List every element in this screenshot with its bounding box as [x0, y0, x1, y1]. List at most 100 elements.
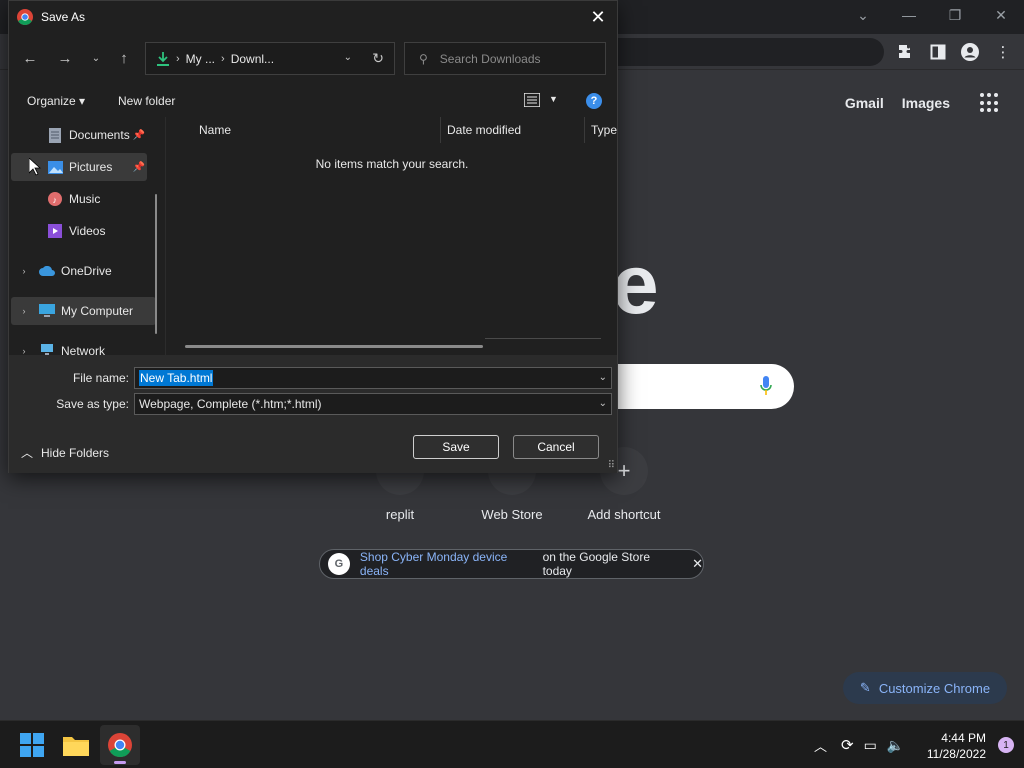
- google-apps-icon[interactable]: [980, 93, 1000, 113]
- nav-item-my-computer[interactable]: › My Computer: [11, 297, 156, 325]
- chevron-right-icon[interactable]: ›: [17, 306, 31, 316]
- horizontal-scrollbar[interactable]: [185, 345, 483, 348]
- tab-search-icon[interactable]: ⌄: [840, 0, 886, 30]
- forward-arrow-icon[interactable]: →: [54, 48, 76, 68]
- file-explorer-button[interactable]: [56, 725, 96, 765]
- search-downloads-input[interactable]: ⚲ Search Downloads: [404, 42, 606, 75]
- omnibox[interactable]: [600, 38, 884, 66]
- hide-folders-button[interactable]: ︿ Hide Folders: [21, 444, 109, 461]
- cancel-button[interactable]: Cancel: [513, 435, 599, 459]
- promo-link[interactable]: Shop Cyber Monday device deals: [360, 550, 539, 578]
- view-dropdown-icon[interactable]: ▼: [549, 94, 558, 104]
- save-options-area: File name: New Tab.html ⌄ Save as type: …: [9, 355, 617, 473]
- dialog-titlebar: Save As ✕: [9, 1, 617, 32]
- customize-label: Customize Chrome: [878, 680, 991, 696]
- column-separator[interactable]: [584, 117, 585, 143]
- chevron-down-icon[interactable]: ⌄: [599, 398, 607, 409]
- pictures-icon: [47, 159, 63, 175]
- volume-icon[interactable]: 🔈: [887, 737, 904, 754]
- profile-icon[interactable]: [960, 42, 980, 62]
- onedrive-icon: [39, 263, 55, 279]
- search-icon: ⚲: [419, 51, 428, 66]
- restore-button[interactable]: ❐: [932, 0, 978, 30]
- hide-folders-label: Hide Folders: [41, 445, 110, 460]
- save-type-select[interactable]: Webpage, Complete (*.htm;*.html) ⌄: [134, 393, 612, 415]
- resize-grip-icon[interactable]: ⠿: [608, 460, 615, 471]
- pin-icon: 📌: [132, 161, 145, 173]
- dialog-title: Save As: [41, 9, 86, 24]
- help-icon[interactable]: ?: [586, 93, 602, 109]
- gmail-link[interactable]: Gmail: [845, 95, 884, 111]
- organize-button[interactable]: Organize ▾: [27, 94, 85, 108]
- taskbar: ︿ ⟳ ▭ 🔈 4:44 PM 11/28/2022 1: [0, 720, 1024, 768]
- nav-item-onedrive[interactable]: › OneDrive: [11, 257, 147, 285]
- file-name-label: File name:: [72, 371, 129, 385]
- navigation-bar: ← → ⌄ ↑ › My ... › Downl... ⌄ ↻ ⚲ Search…: [9, 40, 617, 76]
- customize-chrome-button[interactable]: ✎ Customize Chrome: [843, 672, 1007, 704]
- up-arrow-icon[interactable]: ↑: [113, 48, 135, 68]
- refresh-icon[interactable]: ↻: [372, 50, 384, 67]
- ntp-search-box[interactable]: [600, 364, 794, 409]
- system-tray: ︿ ⟳ ▭ 🔈: [814, 721, 904, 768]
- file-name-input[interactable]: New Tab.html ⌄: [134, 367, 612, 389]
- chevron-down-icon[interactable]: ⌄: [599, 372, 607, 383]
- column-header-type[interactable]: Type: [591, 117, 617, 143]
- svg-text:♪: ♪: [53, 195, 58, 205]
- pane-divider[interactable]: [165, 117, 166, 355]
- file-list: Name Date modified Type No items match y…: [167, 117, 617, 355]
- address-dropdown-icon[interactable]: ⌄: [344, 52, 352, 63]
- chrome-taskbar-button[interactable]: [100, 725, 140, 765]
- recent-locations-chevron-icon[interactable]: ⌄: [85, 48, 107, 68]
- save-button[interactable]: Save: [413, 435, 499, 459]
- chrome-menu-icon[interactable]: ⋮: [993, 42, 1013, 62]
- videos-icon: [47, 223, 63, 239]
- nav-item-label: Videos: [69, 224, 106, 238]
- breadcrumb-item[interactable]: My ...: [186, 52, 215, 66]
- promo-text: on the Google Store today: [542, 550, 650, 578]
- window-controls: ⌄ — ❐ ✕: [840, 0, 1024, 30]
- breadcrumb-separator-icon: ›: [176, 52, 180, 65]
- column-header-name[interactable]: Name: [199, 117, 231, 143]
- clock[interactable]: 4:44 PM 11/28/2022: [927, 730, 986, 762]
- sync-icon[interactable]: ⟳: [841, 736, 854, 754]
- nav-item-label: My Computer: [61, 304, 134, 318]
- nav-item-network[interactable]: › Network: [11, 337, 147, 355]
- notification-badge[interactable]: 1: [998, 737, 1014, 753]
- clock-time: 4:44 PM: [941, 731, 986, 745]
- dialog-close-button[interactable]: ✕: [587, 6, 609, 28]
- network-tray-icon[interactable]: ▭: [864, 737, 877, 754]
- back-arrow-icon[interactable]: ←: [19, 48, 41, 68]
- chevron-right-icon[interactable]: ›: [17, 266, 31, 276]
- scrollbar-track: [485, 338, 601, 339]
- nav-item-documents[interactable]: Documents 📌: [11, 121, 147, 149]
- shortcut-label: Add shortcut: [587, 507, 661, 522]
- column-header-date-modified[interactable]: Date modified: [447, 117, 521, 143]
- nav-item-music[interactable]: ♪ Music: [11, 185, 147, 213]
- extensions-icon[interactable]: [896, 42, 916, 62]
- column-separator[interactable]: [440, 117, 441, 143]
- promo-banner: G Shop Cyber Monday device deals on the …: [319, 549, 704, 579]
- images-link[interactable]: Images: [902, 95, 950, 111]
- save-as-dialog: Save As ✕ ← → ⌄ ↑ › My ... › Downl... ⌄ …: [8, 0, 618, 473]
- side-panel-icon[interactable]: [928, 42, 948, 62]
- chevron-right-icon[interactable]: ›: [17, 346, 31, 355]
- pin-icon: 📌: [132, 129, 145, 141]
- show-hidden-icons-icon[interactable]: ︿: [814, 736, 827, 755]
- nav-item-videos[interactable]: Videos: [11, 217, 147, 245]
- new-folder-button[interactable]: New folder: [118, 94, 175, 108]
- google-g-icon: G: [328, 553, 350, 575]
- ntp-header-links: Gmail Images: [845, 93, 1000, 113]
- breadcrumb-item[interactable]: Downl...: [231, 52, 274, 66]
- navigation-pane-scrollbar[interactable]: [155, 194, 157, 334]
- close-icon[interactable]: ✕: [692, 556, 703, 572]
- address-bar[interactable]: › My ... › Downl... ⌄ ↻: [145, 42, 395, 75]
- nav-item-label: Music: [69, 192, 101, 206]
- view-options-icon[interactable]: [524, 93, 540, 107]
- microphone-icon[interactable]: [760, 376, 772, 396]
- close-window-button[interactable]: ✕: [978, 0, 1024, 30]
- navigation-pane: Documents 📌 Pictures 📌 ♪ Music Videos ›: [9, 117, 159, 355]
- start-button[interactable]: [12, 725, 52, 765]
- nav-item-label: Documents: [69, 128, 130, 142]
- pencil-icon: ✎: [859, 680, 871, 695]
- minimize-button[interactable]: —: [886, 0, 932, 30]
